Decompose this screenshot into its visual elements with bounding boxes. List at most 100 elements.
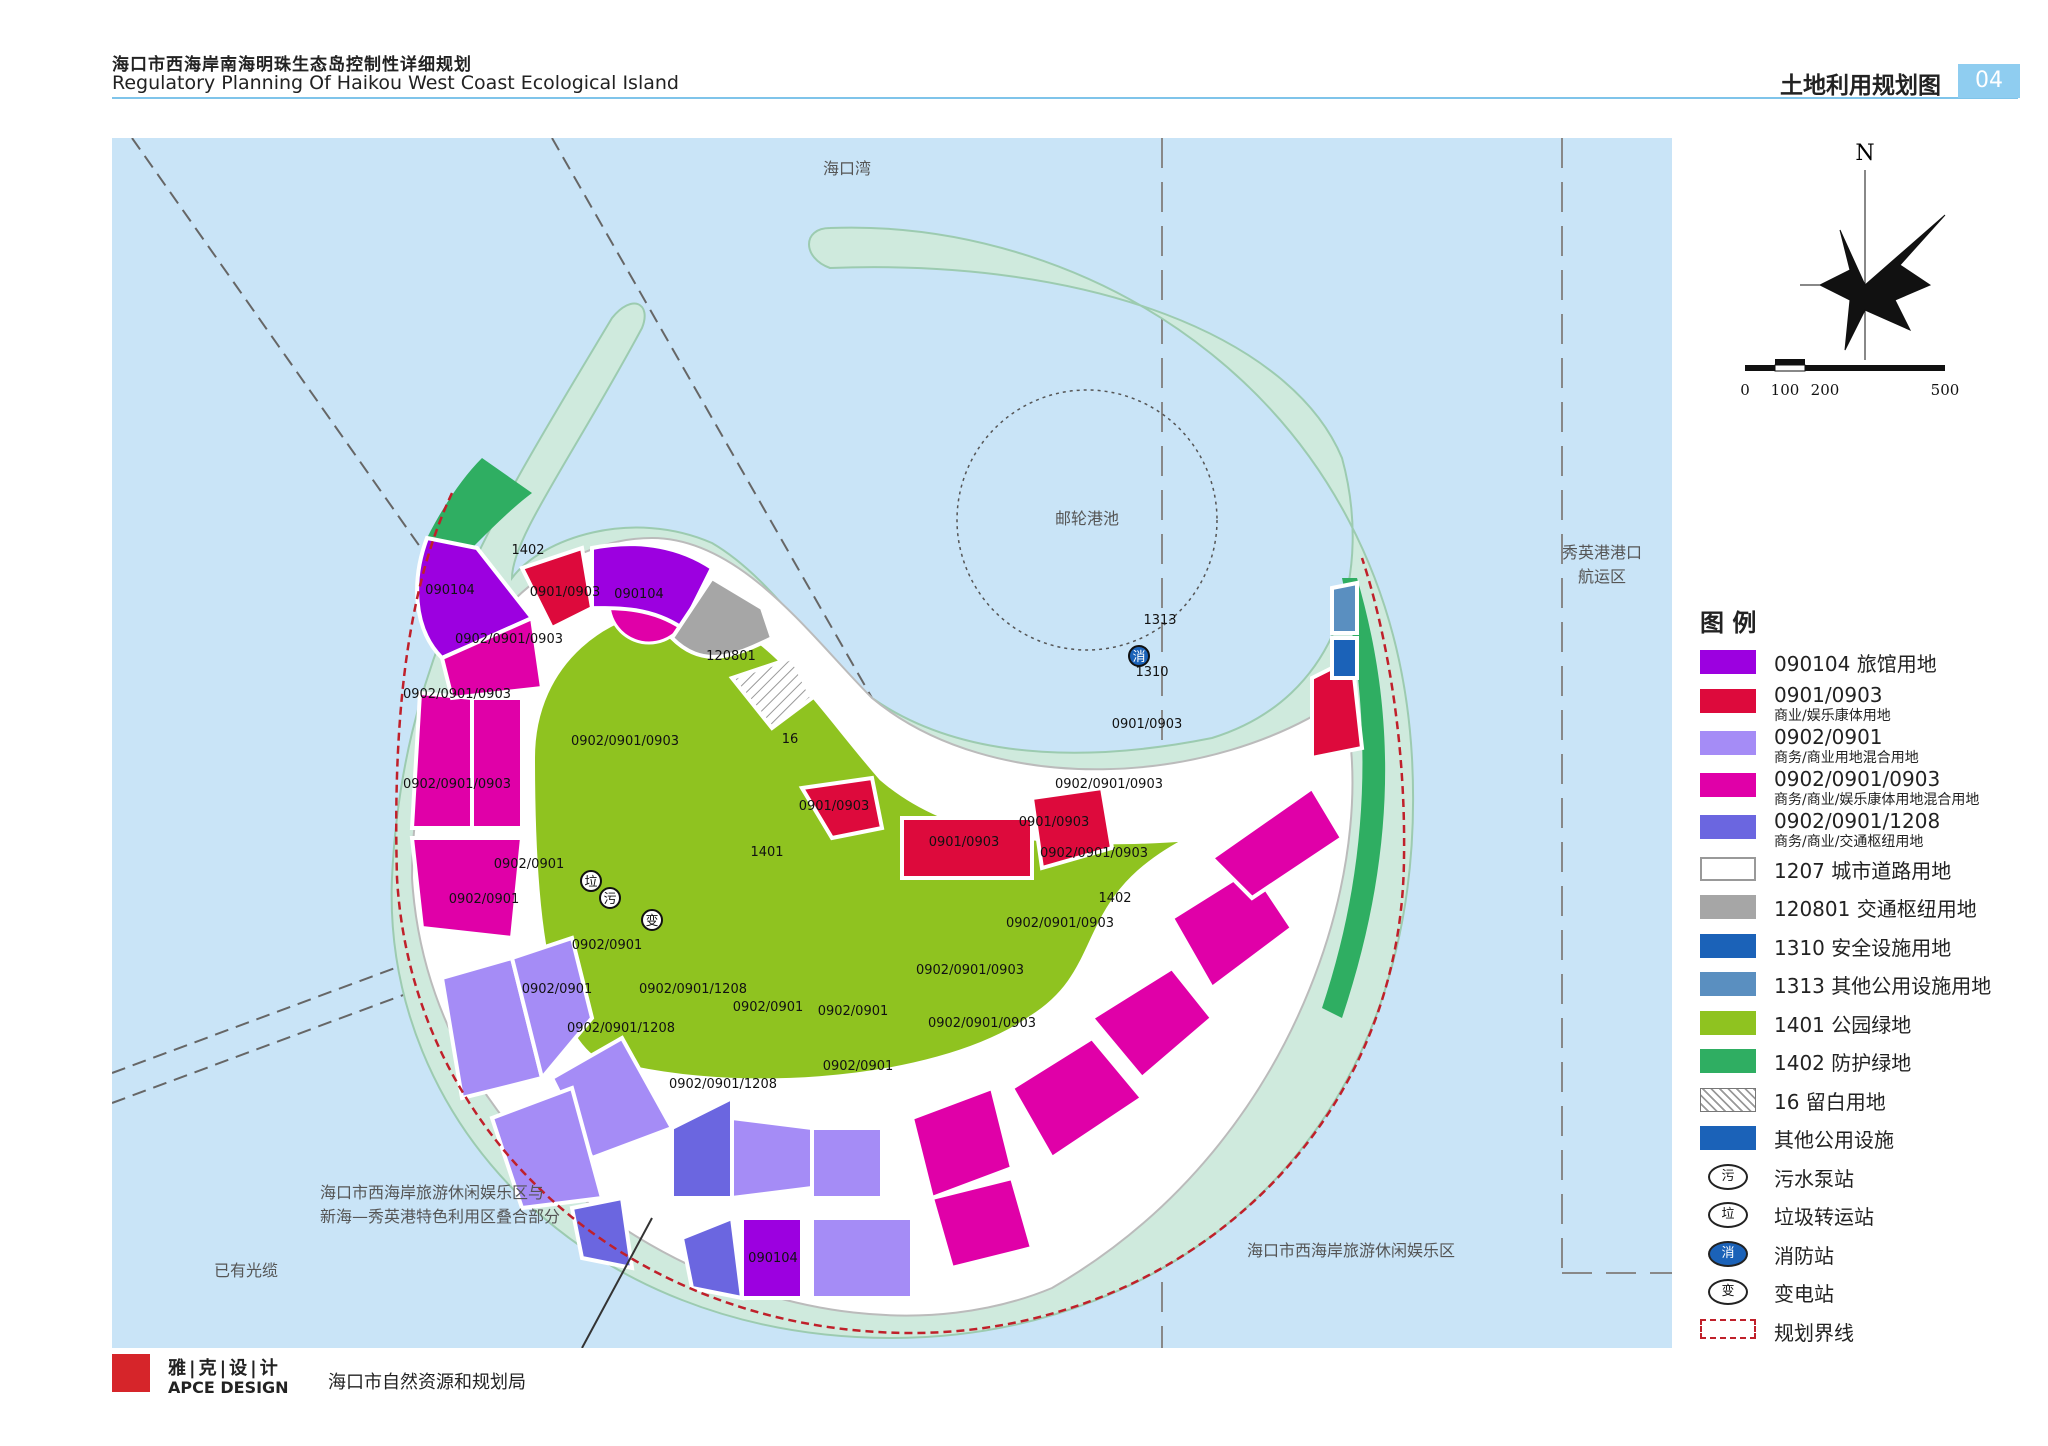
sewage-pump-icon: 污 (599, 887, 621, 909)
legend-label: 1313 其他公用设施用地 (1774, 974, 1992, 998)
legend-label: 规划界线 (1774, 1320, 1854, 1345)
scale-tick-500: 500 (1931, 381, 1960, 399)
footer-brand-en: APCE DESIGN (168, 1378, 289, 1397)
legend-label: 16 留白用地 (1774, 1089, 1886, 1114)
code-mix-e1: 0902/0901/0903 (1055, 777, 1163, 792)
code-comm-e1: 0901/0903 (799, 799, 870, 814)
legend-label: 变电站 (1774, 1282, 1834, 1306)
code-biz-7: 0902/0901 (823, 1059, 894, 1074)
legend-swatch (1700, 1049, 1756, 1073)
code-mix-center: 0902/0901/0903 (571, 734, 679, 749)
code-reserve: 16 (782, 732, 799, 747)
code-mix-e2: 0902/0901/0903 (1040, 846, 1148, 861)
legend-label: 污水泵站 (1774, 1166, 1854, 1191)
legend-label: 1310 安全设施用地 (1774, 935, 1952, 960)
code-tr-3: 0902/0901/1208 (669, 1077, 777, 1092)
legend-label: 0902/0901 (1774, 724, 1883, 749)
code-green-n: 1402 (511, 543, 544, 558)
code-hotel-n: 090104 (614, 587, 664, 602)
legend-swatch (1700, 895, 1756, 919)
parcel-biz-s4 (810, 1126, 884, 1200)
garbage-station-icon: 垃 (580, 870, 602, 892)
parcel-mix-w1 (409, 690, 474, 830)
north-arrow-and-scale: N 0 100 200 500 (1740, 141, 1960, 399)
parcel-biz-s3 (730, 1115, 814, 1201)
svg-text:消: 消 (1132, 650, 1145, 665)
code-comm-e4: 0901/0903 (1112, 717, 1183, 732)
legend-facility-icon: 垃 (1708, 1202, 1748, 1228)
legend-title: 图 例 (1700, 609, 1757, 637)
legend-sublabel: 商业/娱乐康体用地 (1774, 707, 1891, 724)
parcel-biz-s5 (810, 1216, 914, 1300)
code-mix-e3: 0902/0901/0903 (1006, 916, 1114, 931)
code-tr-2: 0902/0901/1208 (567, 1021, 675, 1036)
code-comm-e3: 0901/0903 (1019, 815, 1090, 830)
north-letter: N (1855, 141, 1874, 166)
legend-label: 1207 城市道路用地 (1774, 858, 1952, 883)
code-comm-n: 0901/0903 (530, 585, 601, 600)
legend-sublabel: 商务/商业/娱乐康体用地混合用地 (1774, 791, 1980, 808)
code-comm-e2: 0901/0903 (929, 835, 1000, 850)
legend-swatch (1700, 1126, 1756, 1150)
sheet-number: 04 (1958, 64, 2020, 98)
label-west-coast: 海口市西海岸旅游休闲娱乐区 (1247, 1241, 1455, 1260)
code-park: 1401 (750, 845, 783, 860)
label-xiuying-port: 秀英港港口 (1562, 543, 1642, 562)
scale-tick-0: 0 (1740, 381, 1750, 399)
header-divider (112, 97, 2018, 99)
legend-label: 消防站 (1774, 1243, 1834, 1268)
legend-swatch (1700, 1318, 1756, 1339)
label-cable: 已有光缆 (214, 1261, 278, 1280)
fire-station-icon: 消 (1128, 645, 1150, 667)
label-overlap-2: 新海—秀英港特色利用区叠合部分 (320, 1207, 560, 1226)
parcel-mix-w3 (409, 836, 525, 941)
legend-swatch (1700, 730, 1756, 755)
legend-label: 1401 公园绿地 (1774, 1012, 1912, 1037)
wind-rose-icon (1818, 214, 1946, 351)
scale-tick-100: 100 (1771, 381, 1800, 399)
legend-label: 090104 旅馆用地 (1774, 652, 1937, 676)
code-tr-1: 0902/0901/1208 (639, 982, 747, 997)
legend-swatch (1700, 1010, 1756, 1035)
legend-label: 120801 交通枢纽用地 (1774, 897, 1977, 921)
legend-label: 0902/0901/0903 (1774, 766, 1941, 791)
legend-facility-icon: 污 (1708, 1163, 1748, 1190)
label-xiuying-nav: 航运区 (1578, 567, 1626, 586)
apce-logo-icon (112, 1354, 150, 1392)
svg-text:变: 变 (645, 913, 658, 929)
legend-facility-icon: 变 (1708, 1279, 1748, 1305)
code-mix-3: 0902/0901/0903 (403, 777, 511, 792)
legend-sublabel: 商务/商业用地混合用地 (1774, 749, 1919, 766)
footer-brand-cn: 雅|克|设|计 (168, 1358, 281, 1379)
code-1313: 1313 (1143, 613, 1176, 628)
substation-icon: 变 (641, 909, 663, 931)
code-green-e: 1402 (1098, 891, 1131, 906)
code-biz-5: 0902/0901 (733, 1000, 804, 1015)
land-use-map[interactable]: 海口湾 邮轮港池 秀英港港口 航运区 海口市西海岸旅游休闲娱乐区与 新海—秀英港… (112, 138, 1672, 1348)
legend-swatch (1700, 1087, 1756, 1112)
code-mix-2: 0902/0901/0903 (403, 687, 511, 702)
parcel-1313 (1330, 580, 1359, 635)
legend-swatch (1700, 972, 1756, 996)
sheet-title: 土地利用规划图 (1780, 73, 1941, 99)
legend-swatch (1700, 933, 1756, 958)
code-mix-s2: 0902/0901/0903 (928, 1016, 1036, 1031)
code-biz-6: 0902/0901 (818, 1004, 889, 1019)
legend-swatch (1700, 650, 1756, 674)
legend-label: 0902/0901/1208 (1774, 808, 1941, 833)
code-mix-s1: 0902/0901/0903 (916, 963, 1024, 978)
scale-tick-200: 200 (1811, 381, 1840, 399)
label-overlap-1: 海口市西海岸旅游休闲娱乐区与 (320, 1183, 544, 1202)
legend-label: 垃圾转运站 (1774, 1205, 1874, 1229)
code-biz-3: 0902/0901 (572, 938, 643, 953)
code-biz-2: 0902/0901 (449, 892, 520, 907)
legend-swatch (1700, 772, 1756, 797)
code-hotel-s: 090104 (748, 1251, 798, 1266)
legend-label: 1402 防护绿地 (1774, 1051, 1912, 1075)
legend-swatch (1700, 856, 1756, 881)
legend-facility-icon: 消 (1708, 1240, 1748, 1267)
parcel-1310 (1330, 636, 1359, 680)
legend-swatch (1700, 814, 1756, 839)
title-en: Regulatory Planning Of Haikou West Coast… (112, 72, 679, 94)
legend-swatch (1700, 688, 1756, 713)
